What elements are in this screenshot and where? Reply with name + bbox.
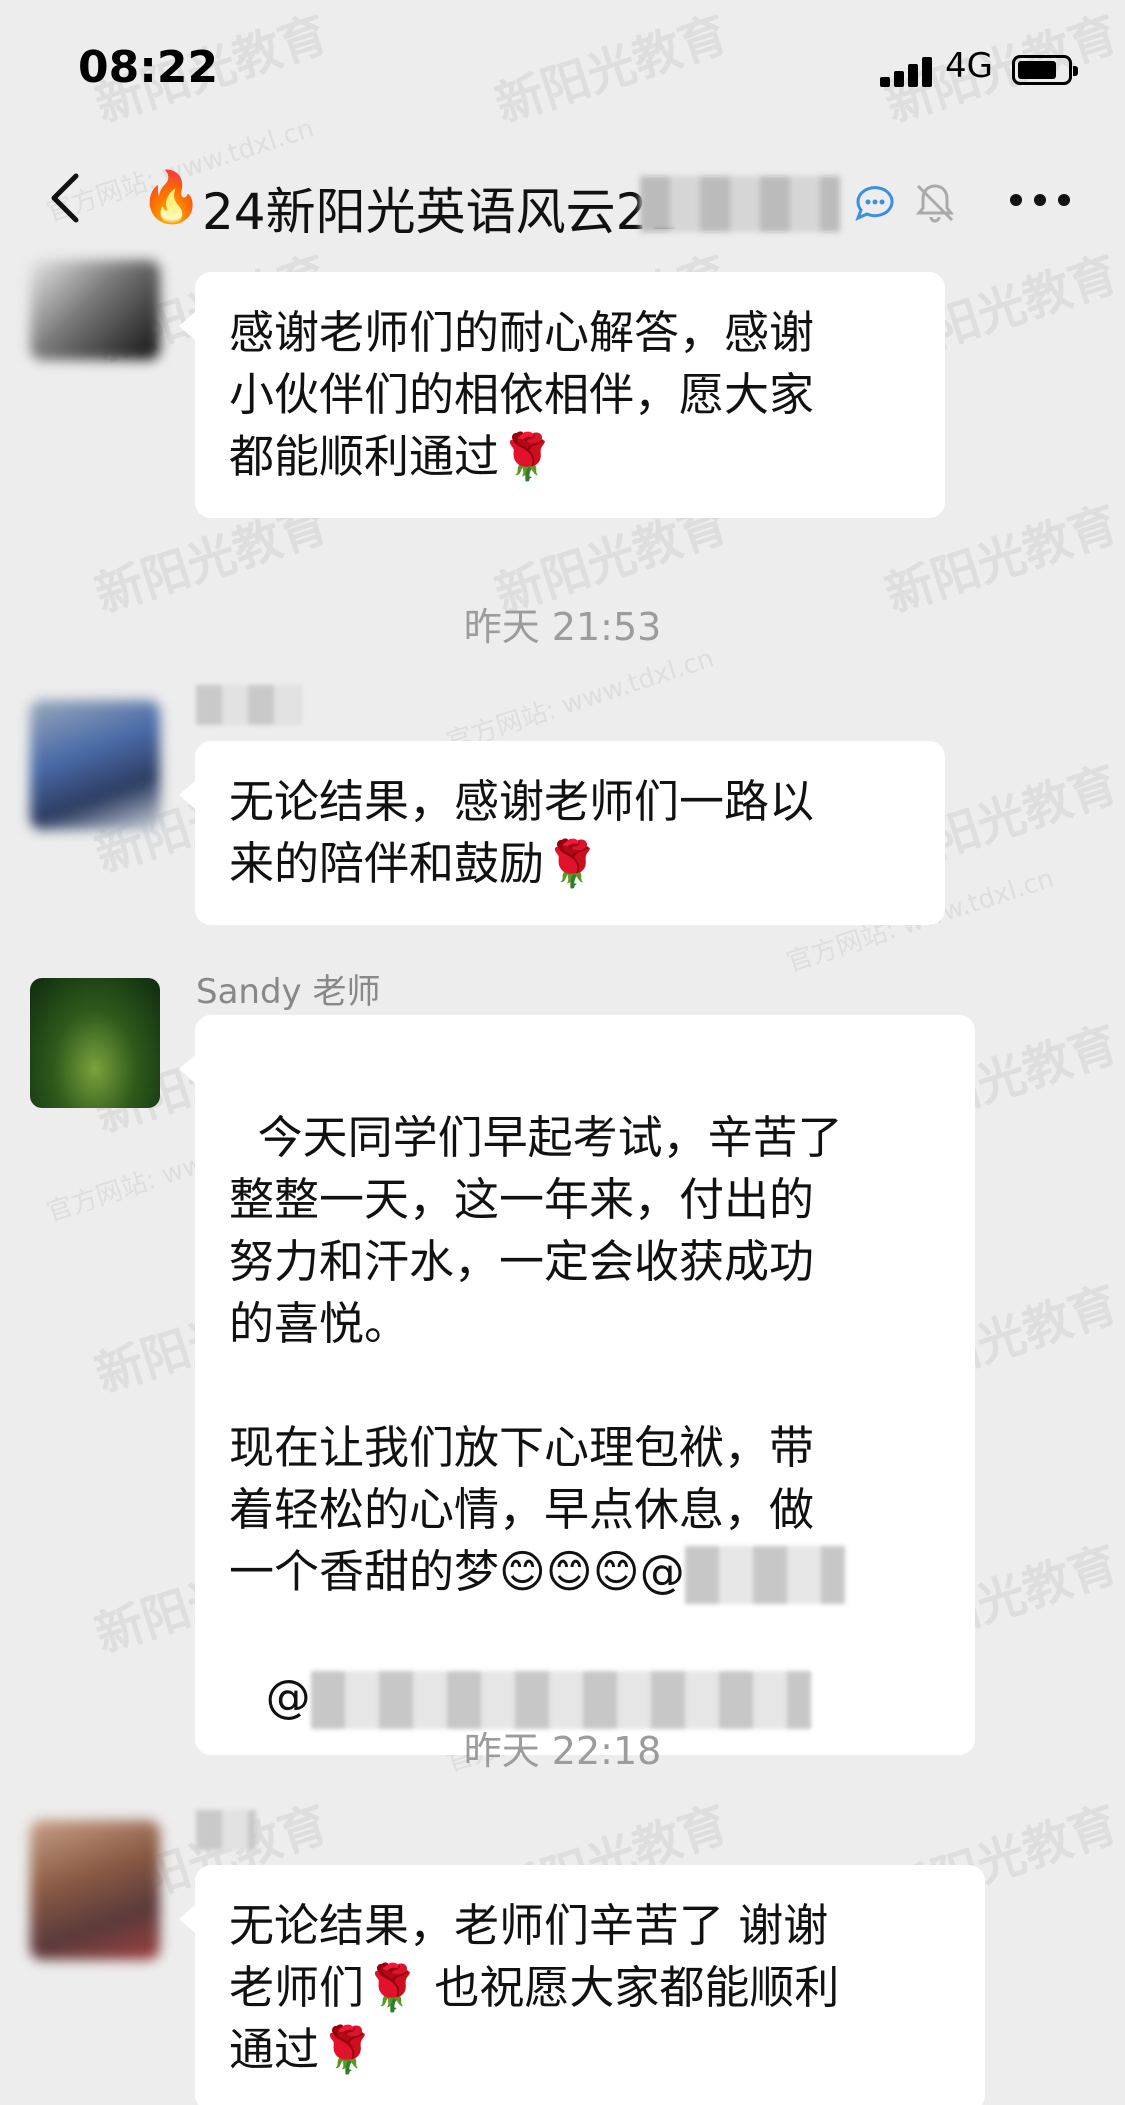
message-bubble[interactable]: 感谢老师们的耐心解答，感谢 小伙伴们的相依相伴，愿大家 都能顺利通过🌹: [179, 272, 945, 518]
network-type: 4G: [945, 46, 993, 86]
status-bar: 08:22 4G: [0, 0, 1125, 140]
redacted-title: [640, 176, 840, 232]
redacted-sender-name: [196, 685, 301, 725]
message-bubble[interactable]: 今天同学们早起考试，辛苦了 整整一天，这一年来，付出的 努力和汗水，一定会收获成…: [179, 1015, 975, 1755]
timestamp: 昨天 21:53: [463, 605, 662, 649]
message-bubble[interactable]: 无论结果，感谢老师们一路以 来的陪伴和鼓励🌹: [179, 741, 945, 925]
back-button[interactable]: [38, 168, 98, 228]
battery-icon: [1012, 55, 1078, 85]
avatar[interactable]: [30, 1820, 160, 1960]
avatar[interactable]: [30, 700, 160, 830]
avatar[interactable]: [30, 978, 160, 1108]
chat-header: 🔥 24新阳光英语风云21: [0, 140, 1125, 260]
chat-bubble-icon: [855, 186, 894, 221]
chevron-left-icon: [51, 173, 79, 223]
timestamp: 昨天 22:18: [463, 1729, 662, 1773]
message-bubble[interactable]: 无论结果，老师们辛苦了 谢谢 老师们🌹 也祝愿大家都能顺利 通过🌹: [179, 1865, 985, 2105]
fire-icon: 🔥: [140, 168, 203, 226]
redacted-mention: [684, 1546, 845, 1604]
mention-symbol: @: [265, 1670, 311, 1723]
chat-title: 24新阳光英语风云21: [202, 183, 680, 241]
muted-bell-icon: [915, 184, 955, 223]
status-time: 08:22: [78, 42, 219, 93]
more-options-button[interactable]: [1010, 190, 1070, 210]
avatar[interactable]: [30, 260, 160, 360]
sender-name: Sandy 老师: [196, 972, 381, 1012]
signal-icon: [880, 55, 932, 87]
message-text: 今天同学们早起考试，辛苦了 整整一天，这一年来，付出的 努力和汗水，一定会收获成…: [229, 1111, 843, 1598]
redacted-sender-name: [196, 1810, 256, 1850]
